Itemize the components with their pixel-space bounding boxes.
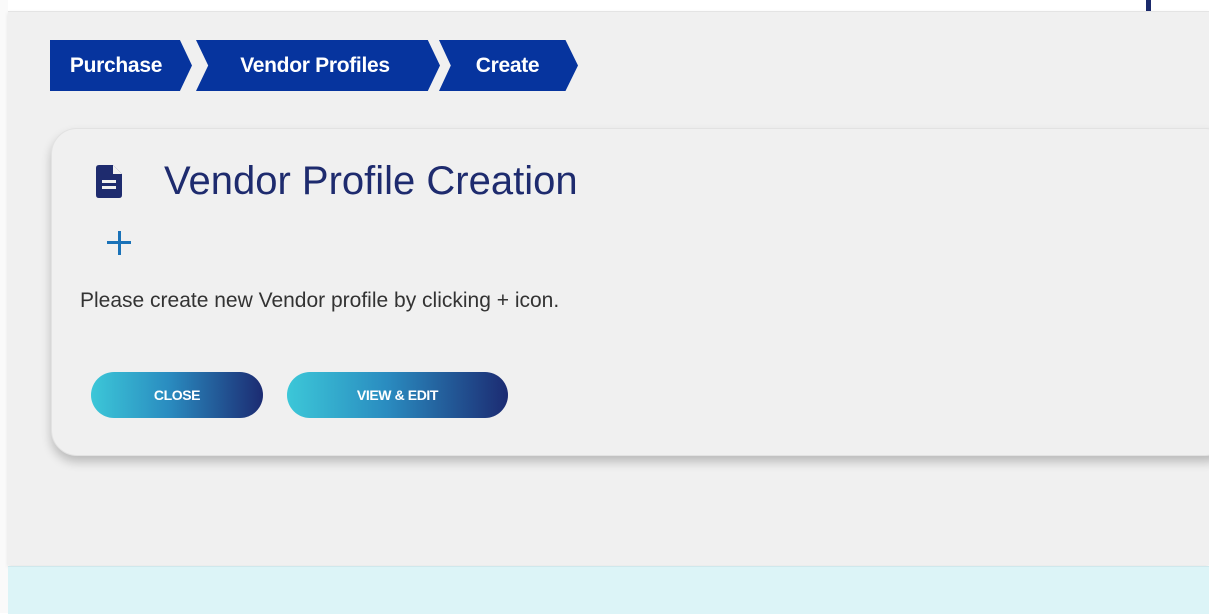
close-button[interactable]: CLOSE bbox=[91, 372, 263, 418]
page-title: Vendor Profile Creation bbox=[164, 159, 578, 203]
page-left-edge bbox=[0, 0, 8, 613]
top-header-strip bbox=[8, 0, 1209, 11]
instruction-text: Please create new Vendor profile by clic… bbox=[80, 289, 560, 312]
breadcrumb-item-create[interactable]: Create bbox=[439, 40, 578, 91]
breadcrumb-item-vendor-profiles[interactable]: Vendor Profiles bbox=[196, 40, 440, 91]
add-vendor-plus-icon[interactable] bbox=[107, 231, 131, 255]
footer-band bbox=[8, 566, 1209, 614]
vendor-profile-card: Vendor Profile Creation Please create ne… bbox=[51, 128, 1209, 456]
breadcrumb-item-purchase[interactable]: Purchase bbox=[50, 40, 192, 91]
view-edit-button[interactable]: VIEW & EDIT bbox=[287, 372, 508, 418]
document-icon bbox=[96, 165, 122, 198]
